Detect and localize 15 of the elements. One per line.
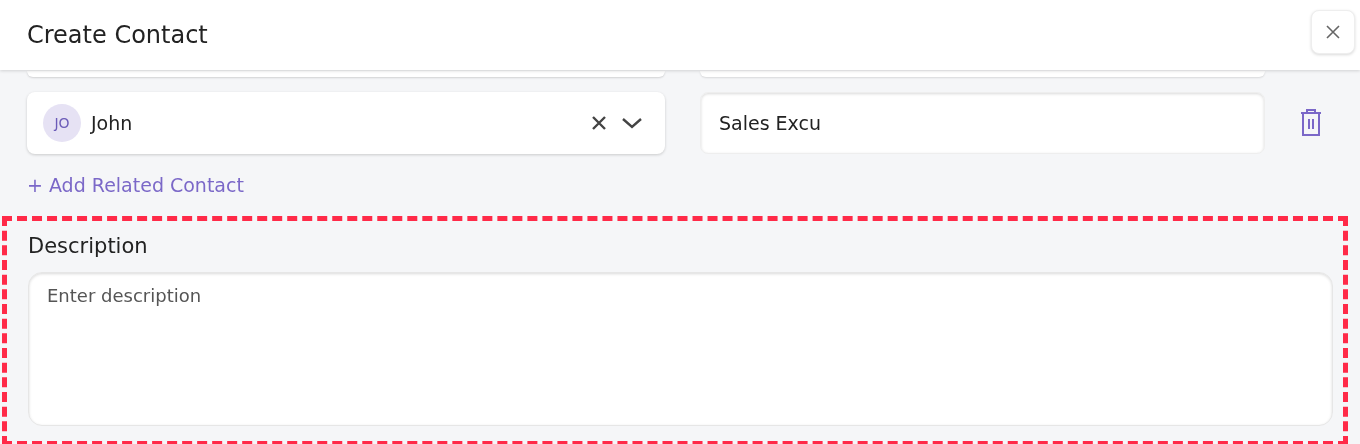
contact-select[interactable]: JO John [27, 92, 665, 154]
trash-icon[interactable] [1299, 108, 1323, 138]
input-field[interactable] [700, 71, 1265, 77]
close-button[interactable] [1311, 10, 1355, 54]
dialog-title: Create Contact [27, 21, 208, 49]
clear-icon[interactable] [591, 115, 607, 131]
contact-name: John [91, 112, 134, 134]
add-related-contact-link[interactable]: + Add Related Contact [27, 174, 244, 196]
role-field[interactable]: Sales Excu [700, 92, 1265, 154]
description-field[interactable]: Enter description [28, 272, 1333, 426]
close-icon [1324, 23, 1342, 41]
description-label: Description [28, 234, 149, 258]
chevron-down-icon[interactable] [621, 116, 643, 130]
avatar: JO [43, 104, 81, 142]
select-field[interactable] [27, 71, 665, 77]
